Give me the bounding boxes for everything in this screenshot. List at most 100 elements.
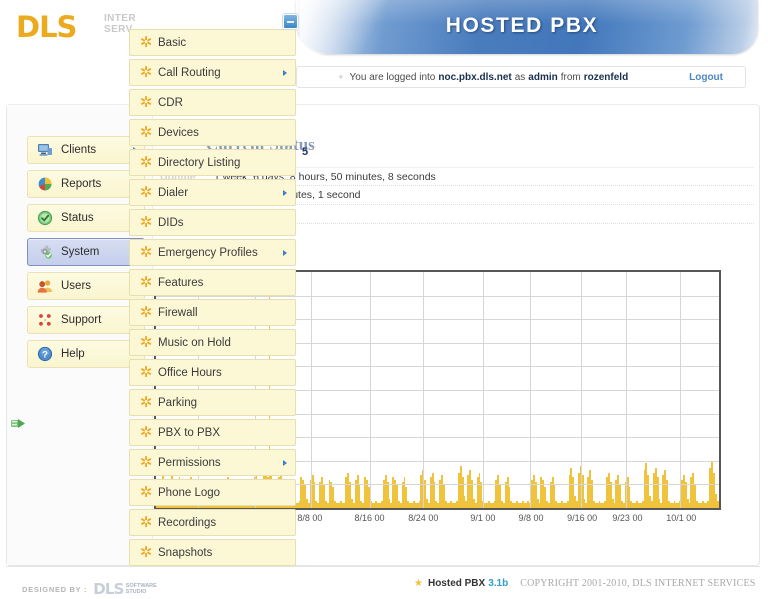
- menu-item-label: PBX to PBX: [158, 426, 221, 439]
- asterisk-icon: ✲: [139, 363, 153, 381]
- clients-monitor-icon: [32, 142, 58, 158]
- menu-item-recordings[interactable]: ✲ Recordings: [129, 509, 296, 536]
- star-icon: ★: [414, 578, 423, 589]
- reports-piechart-icon: [32, 176, 58, 192]
- chart-x-tick-label: 10/1 00: [666, 513, 697, 523]
- menu-item-label: Permissions: [158, 456, 221, 469]
- support-dots-icon: [32, 312, 58, 328]
- sidebar-item-label: System: [61, 246, 100, 258]
- asterisk-icon: ✲: [139, 453, 153, 471]
- menu-item-snapshots[interactable]: ✲ Snapshots: [129, 539, 296, 566]
- product-name: Hosted PBX: [427, 578, 486, 589]
- asterisk-icon: ✲: [139, 303, 153, 321]
- asterisk-icon: ✲: [139, 483, 153, 501]
- sidebar-item-system[interactable]: System: [27, 238, 145, 266]
- footer-divider: [6, 566, 760, 567]
- chart-gridline-vertical: [482, 272, 484, 508]
- menu-item-dialer[interactable]: ✲ Dialer: [129, 179, 296, 206]
- menu-item-label: CDR: [158, 96, 183, 109]
- menu-item-label: Snapshots: [158, 546, 213, 559]
- chart-x-tick-label: 9/23 00: [612, 513, 643, 523]
- menu-item-label: Features: [158, 276, 204, 289]
- menu-item-label: Music on Hold: [158, 336, 231, 349]
- chevron-right-icon: [283, 69, 287, 76]
- menu-item-call-routing[interactable]: ✲ Call Routing: [129, 59, 296, 86]
- menu-item-directory-listing[interactable]: ✲ Directory Listing: [129, 149, 296, 176]
- menu-item-label: Recordings: [158, 516, 217, 529]
- asterisk-icon: ✲: [139, 513, 153, 531]
- menu-item-office-hours[interactable]: ✲ Office Hours: [129, 359, 296, 386]
- asterisk-icon: ✲: [139, 33, 153, 51]
- chart-gridline-vertical: [423, 272, 425, 508]
- designed-by-label: DESIGNED BY :: [22, 584, 88, 594]
- chart-gridline-vertical: [530, 272, 532, 508]
- asterisk-icon: ✲: [139, 273, 153, 291]
- sidebar-item-users[interactable]: Users: [27, 272, 145, 300]
- login-as-label: as: [514, 71, 526, 83]
- sidebar-item-label: Users: [61, 280, 92, 292]
- menu-item-basic[interactable]: ✲ Basic: [129, 29, 296, 56]
- green-arrow-icon[interactable]: [9, 415, 27, 433]
- star-icon: ✦: [337, 71, 345, 82]
- sidebar-item-reports[interactable]: Reports: [27, 170, 145, 198]
- asterisk-icon: ✲: [139, 183, 153, 201]
- menu-item-firewall[interactable]: ✲ Firewall: [129, 299, 296, 326]
- menu-item-label: Firewall: [158, 306, 198, 319]
- menu-item-parking[interactable]: ✲ Parking: [129, 389, 296, 416]
- chart-x-tick-label: 8/16 00: [354, 513, 385, 523]
- menu-item-features[interactable]: ✲ Features: [129, 269, 296, 296]
- menu-item-label: Parking: [158, 396, 197, 409]
- chart-x-tick-label: 8/8 00: [297, 513, 323, 523]
- sidebar-item-support[interactable]: Support: [27, 306, 145, 334]
- sidebar-item-help[interactable]: ? Help: [27, 340, 145, 368]
- menu-item-cdr[interactable]: ✲ CDR: [129, 89, 296, 116]
- menu-item-label: Devices: [158, 126, 199, 139]
- menu-item-label: DIDs: [158, 216, 184, 229]
- asterisk-icon: ✲: [139, 153, 153, 171]
- sidebar-item-label: Status: [61, 212, 94, 224]
- login-host-value: noc.pbx.dls.net: [438, 71, 512, 83]
- chart-bar: [716, 500, 719, 508]
- chart-x-tick-label: 9/1 00: [470, 513, 496, 523]
- menu-item-pbx-to-pbx[interactable]: ✲ PBX to PBX: [129, 419, 296, 446]
- menu-item-label: Office Hours: [158, 366, 222, 379]
- menu-item-music-on-hold[interactable]: ✲ Music on Hold: [129, 329, 296, 356]
- product-version: 3.1b: [488, 578, 509, 589]
- logout-link[interactable]: Logout: [689, 72, 723, 83]
- asterisk-icon: ✲: [139, 243, 153, 261]
- menu-item-label: Basic: [158, 36, 187, 49]
- chevron-right-icon: [283, 459, 287, 466]
- footer-version-copyright: ★ Hosted PBX 3.1b COPYRIGHT 2001-2010, D…: [414, 578, 756, 589]
- asterisk-icon: ✲: [139, 423, 153, 441]
- footer-logo-sub2: STUDIO: [125, 589, 147, 595]
- asterisk-icon: ✲: [139, 543, 153, 561]
- asterisk-icon: ✲: [139, 63, 153, 81]
- asterisk-icon: ✲: [139, 333, 153, 351]
- menu-item-dids[interactable]: ✲ DIDs: [129, 209, 296, 236]
- menu-collapse-icon[interactable]: [283, 14, 298, 29]
- menu-item-label: Phone Logo: [158, 486, 221, 499]
- sidebar-item-status[interactable]: Status: [27, 204, 145, 232]
- chart-gridline-vertical: [626, 272, 628, 508]
- menu-item-phone-logo[interactable]: ✲ Phone Logo: [129, 479, 296, 506]
- sidebar-item-label: Clients: [61, 144, 97, 156]
- chevron-right-icon: [283, 189, 287, 196]
- menu-item-devices[interactable]: ✲ Devices: [129, 119, 296, 146]
- login-prefix-label: You are logged into: [349, 71, 436, 83]
- chart-gridline-vertical: [679, 272, 681, 508]
- menu-item-permissions[interactable]: ✲ Permissions: [129, 449, 296, 476]
- page-footer: DESIGNED BY : DLS SOFTWARE STUDIO ★ Host…: [6, 566, 760, 599]
- status-check-icon: [32, 210, 58, 226]
- sidebar-item-label: Reports: [61, 178, 102, 190]
- sidebar-item-clients[interactable]: Clients: [27, 136, 145, 164]
- brand-logo-text: DLS: [16, 10, 77, 44]
- menu-item-emergency-profiles[interactable]: ✲ Emergency Profiles: [129, 239, 296, 266]
- footer-logo-text: DLS: [93, 580, 124, 598]
- page-title: HOSTED PBX: [445, 14, 599, 37]
- menu-item-label: Call Routing: [158, 66, 221, 79]
- chart-x-tick-label: 9/8 00: [518, 513, 544, 523]
- chart-gridline-vertical: [369, 272, 371, 508]
- users-people-icon: [32, 278, 58, 294]
- brand-logo-sub-line1: INTER: [104, 13, 136, 24]
- status-badge: 5: [302, 146, 309, 158]
